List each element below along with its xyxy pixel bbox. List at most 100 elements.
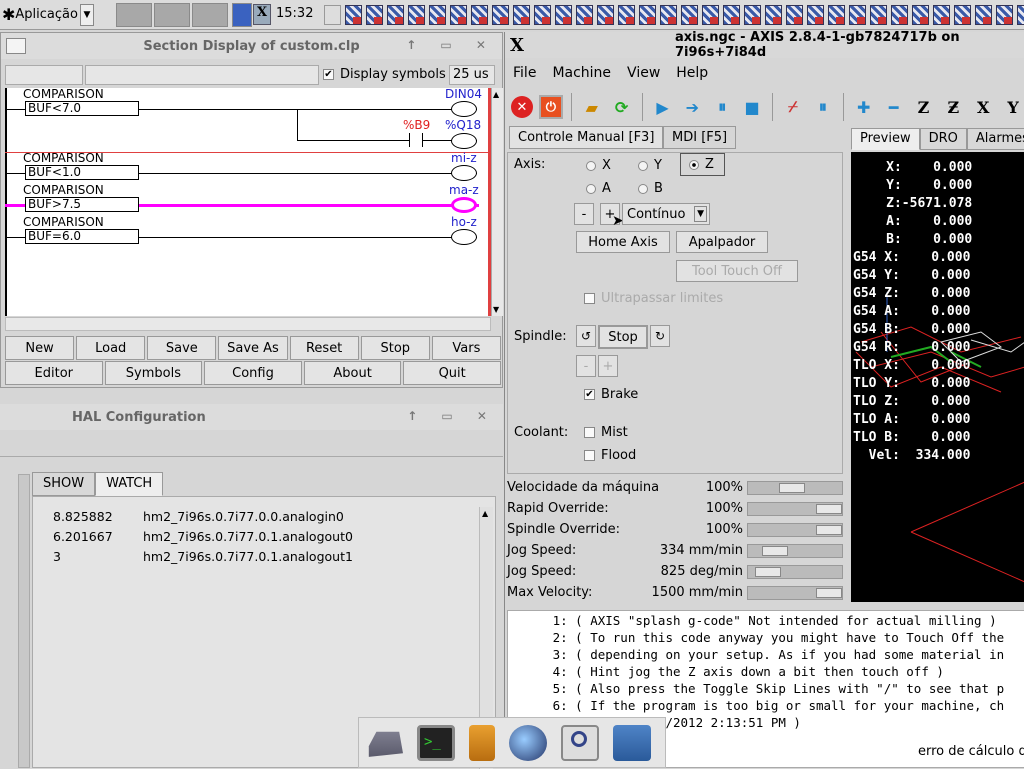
tray-network-icon[interactable] xyxy=(702,5,719,25)
symbols-button[interactable]: Symbols xyxy=(104,361,203,385)
menu-file[interactable]: File xyxy=(513,65,536,81)
tray-network-icon[interactable] xyxy=(408,5,425,25)
tray-network-icon[interactable] xyxy=(807,5,824,25)
watch-row[interactable]: 6.201667 hm2_7i96s.0.7i77.0.1.analogout0 xyxy=(53,529,353,544)
tray-network-icon[interactable] xyxy=(513,5,530,25)
tray-network-icon[interactable] xyxy=(345,5,362,25)
tab-show[interactable]: SHOW xyxy=(32,472,96,496)
hal-tree-scrollbar[interactable] xyxy=(18,474,30,768)
brake-checkbox[interactable]: ✔ Brake xyxy=(584,387,638,402)
tray-network-icon[interactable] xyxy=(870,5,887,25)
app-menu-button[interactable]: ✱ Aplicação ▼ xyxy=(2,2,110,27)
quit-button[interactable]: Quit xyxy=(403,361,501,385)
desktop-icon[interactable] xyxy=(368,731,403,757)
step-icon[interactable]: ➔ xyxy=(680,95,704,119)
coil-symbol[interactable] xyxy=(451,133,477,149)
view-y-icon[interactable]: Y xyxy=(1001,95,1024,119)
tray-network-icon[interactable] xyxy=(849,5,866,25)
gcode-line[interactable]: 5: ( Also press the Toggle Skip Lines wi… xyxy=(530,681,1005,696)
view-x-icon[interactable]: X xyxy=(971,95,995,119)
tray-network-icon[interactable] xyxy=(786,5,803,25)
scroll-up-icon[interactable]: ▲ xyxy=(493,90,499,99)
tray-network-icon[interactable] xyxy=(1017,5,1024,25)
tab-mdi[interactable]: MDI [F5] xyxy=(663,126,737,149)
save-as-button[interactable]: Save As xyxy=(218,336,288,360)
tab-dro[interactable]: DRO xyxy=(919,128,967,150)
tray-network-icon[interactable] xyxy=(555,5,572,25)
tool-touch-off-button[interactable]: Tool Touch Off xyxy=(676,260,798,282)
gcode-line[interactable]: 6: ( If the program is too big or small … xyxy=(530,698,1005,713)
workspace-1[interactable] xyxy=(116,3,152,27)
ladder-titlebar[interactable]: Section Display of custom.clp ↑ ▭ ✕ xyxy=(1,33,502,59)
slider-track[interactable] xyxy=(747,481,843,495)
jog-mode-select[interactable]: Contínuo ▼ xyxy=(622,203,710,225)
home-axis-button[interactable]: Home Axis xyxy=(576,231,670,253)
compare-block[interactable]: BUF>7.5 xyxy=(25,197,139,212)
tray-network-icon[interactable] xyxy=(450,5,467,25)
load-button[interactable]: Load xyxy=(76,336,146,360)
window-controls[interactable]: ↑ ▭ ✕ xyxy=(407,409,497,423)
tray-network-icon[interactable] xyxy=(681,5,698,25)
tray-network-icon[interactable] xyxy=(891,5,908,25)
radio-axis-a[interactable]: A xyxy=(586,181,611,196)
slider-knob[interactable] xyxy=(816,525,842,535)
spindle-faster-button[interactable]: + xyxy=(598,355,618,377)
coil-symbol[interactable] xyxy=(451,165,477,181)
tray-network-icon[interactable] xyxy=(534,5,551,25)
tray-network-icon[interactable] xyxy=(597,5,614,25)
spindle-cw-icon[interactable]: ↻ xyxy=(650,325,670,347)
slider-knob[interactable] xyxy=(755,567,781,577)
radio-axis-x[interactable]: X xyxy=(586,158,611,173)
preview-canvas[interactable]: X: 0.000 Y: 0.000 Z:-5671.078 A: 0.000 B… xyxy=(851,152,1024,602)
skip-lines-icon[interactable]: ⌿ xyxy=(781,95,805,119)
watch-row[interactable]: 8.825882 hm2_7i96s.0.7i77.0.0.analogin0 xyxy=(53,509,344,524)
flood-checkbox[interactable]: Flood xyxy=(584,448,636,463)
tray-tool-icon[interactable] xyxy=(324,5,341,25)
view-z-icon[interactable]: Z xyxy=(912,95,936,119)
zoom-in-icon[interactable]: ✚ xyxy=(852,95,876,119)
stop-icon[interactable]: ■ xyxy=(740,95,764,119)
probe-button[interactable]: Apalpador xyxy=(676,231,768,253)
tab-alarms[interactable]: Alarmes xyxy=(966,128,1024,150)
search-icon[interactable] xyxy=(561,724,599,761)
tray-network-icon[interactable] xyxy=(744,5,761,25)
scroll-down-icon[interactable]: ▼ xyxy=(493,305,499,314)
slider-track[interactable] xyxy=(747,523,843,537)
view-z2-icon[interactable]: Ƶ xyxy=(941,95,965,119)
scroll-up-icon[interactable]: ▲ xyxy=(482,509,488,518)
optional-stop-icon[interactable]: ⏸ xyxy=(811,95,835,119)
power-icon[interactable]: ⏻ xyxy=(538,95,563,119)
slider-track[interactable] xyxy=(747,586,843,600)
workspace-2[interactable] xyxy=(154,3,190,27)
ladder-hscrollbar[interactable] xyxy=(5,317,491,331)
compare-block[interactable]: BUF<1.0 xyxy=(25,165,139,180)
file-cabinet-icon[interactable] xyxy=(469,724,495,761)
estop-icon[interactable]: ✕ xyxy=(511,96,533,118)
gcode-line[interactable]: 1: ( AXIS "splash g-code" Not intended f… xyxy=(530,613,997,628)
mist-checkbox[interactable]: Mist xyxy=(584,425,628,440)
compare-block[interactable]: BUF<7.0 xyxy=(25,101,139,116)
globe-icon[interactable] xyxy=(509,724,547,761)
tray-network-icon[interactable] xyxy=(975,5,992,25)
tab-manual[interactable]: Controle Manual [F3] xyxy=(509,126,664,149)
tray-network-icon[interactable] xyxy=(471,5,488,25)
tray-network-icon[interactable] xyxy=(828,5,845,25)
tray-network-icon[interactable] xyxy=(387,5,404,25)
radio-axis-y[interactable]: Y xyxy=(638,158,662,173)
vars-button[interactable]: Vars xyxy=(431,336,501,360)
radio-axis-b[interactable]: B xyxy=(638,181,663,196)
zoom-out-icon[interactable]: ━ xyxy=(882,95,906,119)
window-controls[interactable]: ↑ ▭ ✕ xyxy=(406,38,496,52)
reset-button[interactable]: Reset xyxy=(289,336,359,360)
gcode-line[interactable]: 2: ( To run this code anyway you might h… xyxy=(530,630,1005,645)
radio-axis-z[interactable]: Z xyxy=(680,153,725,176)
slider-knob[interactable] xyxy=(762,546,788,556)
compare-block[interactable]: BUF=6.0 xyxy=(25,229,139,244)
jog-minus-button[interactable]: - xyxy=(574,203,594,225)
axis-titlebar[interactable]: axis.ngc - AXIS 2.8.4-1-gb7824717b on 7i… xyxy=(505,30,1024,60)
period-field[interactable]: 25 us xyxy=(449,65,495,85)
tray-network-icon[interactable] xyxy=(996,5,1013,25)
gcode-line[interactable]: 4: ( Hint jog the Z axis down a bit then… xyxy=(530,664,944,679)
tray-network-icon[interactable] xyxy=(429,5,446,25)
menu-help[interactable]: Help xyxy=(676,65,708,81)
